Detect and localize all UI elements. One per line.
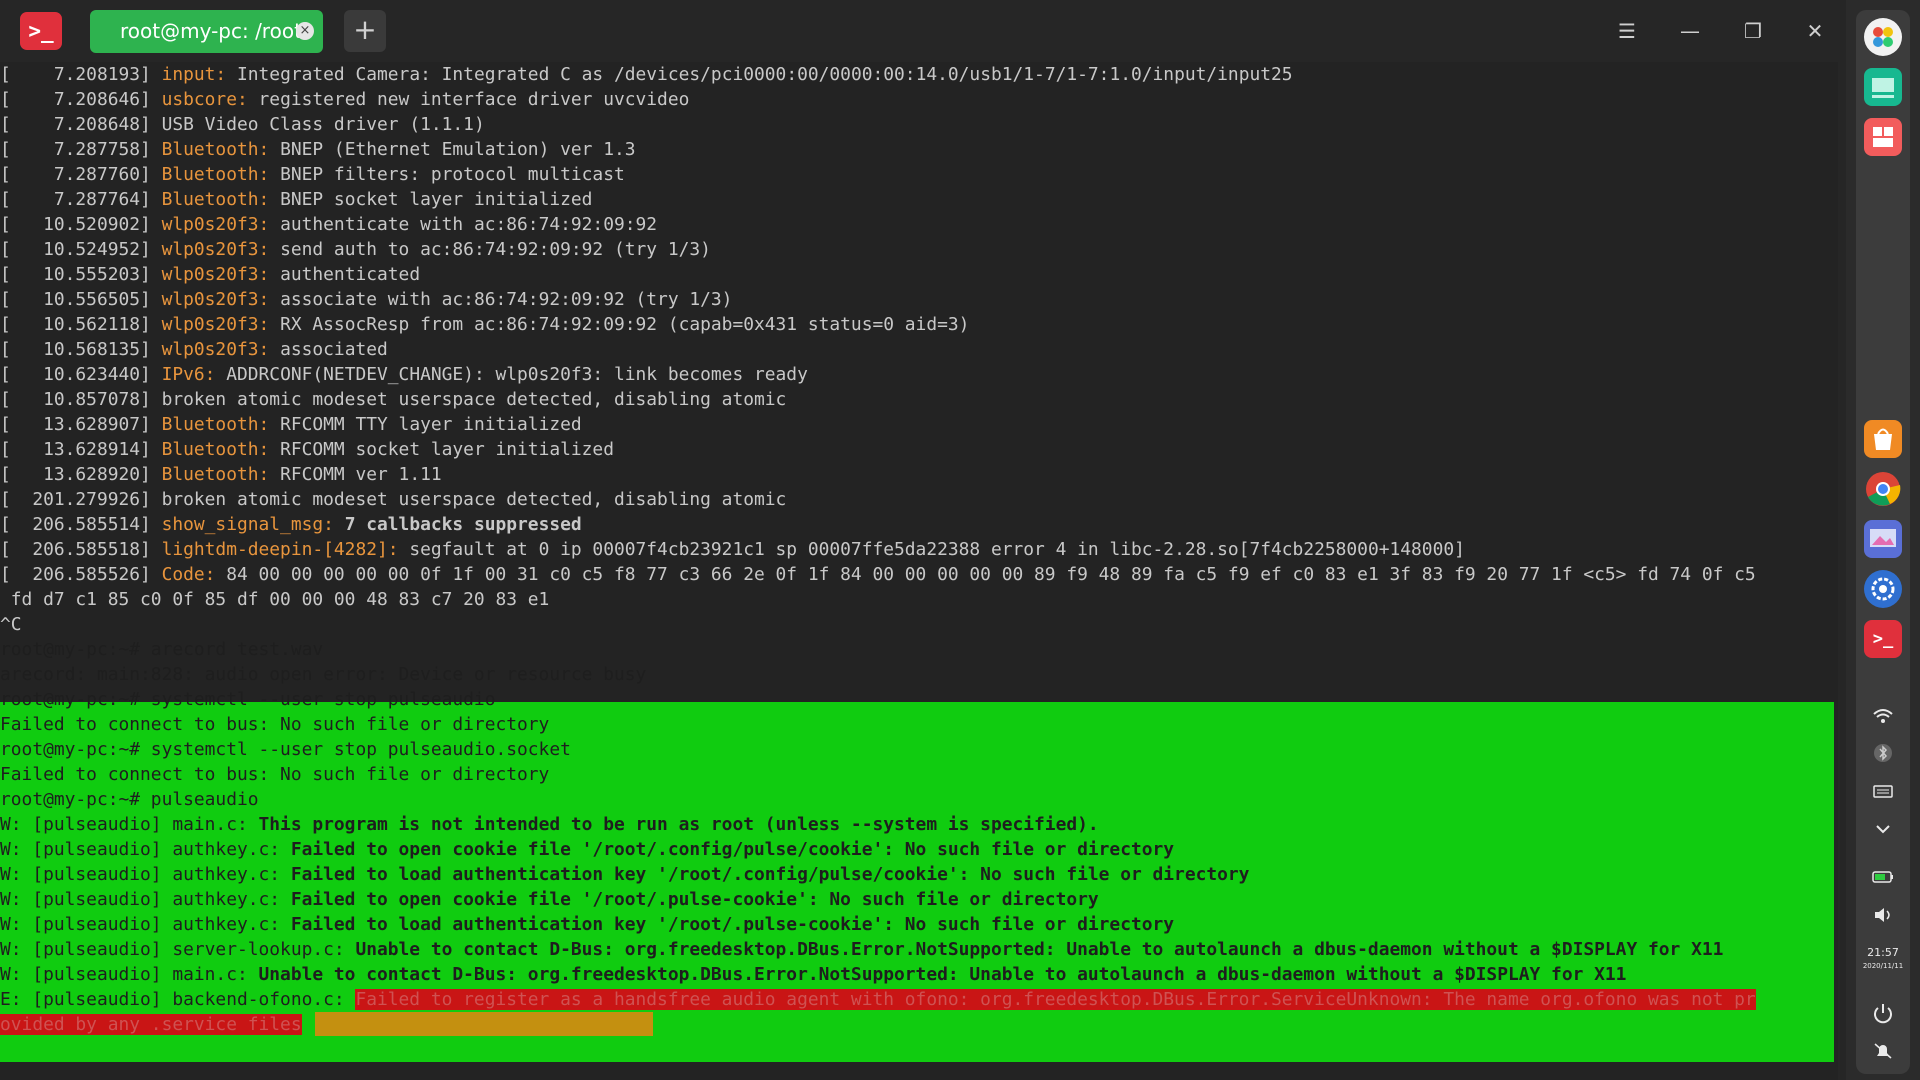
log-line: [ 10.520902] wlp0s20f3: authenticate wit… [0,214,658,235]
warning-line: W: [pulseaudio] authkey.c: Failed to loa… [0,914,1175,935]
warning-line: W: [pulseaudio] main.c: Unable to contac… [0,964,1627,985]
title-bar: >_ root@my-pc: /root × + ☰ — ❐ ✕ [0,0,1846,62]
close-button[interactable]: ✕ [1800,16,1830,46]
log-line: [ 7.287764] Bluetooth: BNEP socket layer… [0,189,593,210]
shell-line: arecord: main:828: audio open error: Dev… [0,664,647,685]
shell-line: Failed to connect to bus: No such file o… [0,764,550,785]
app-grid-icon[interactable] [1864,118,1902,156]
power-icon[interactable] [1868,998,1898,1028]
tab-close-icon[interactable]: × [296,22,314,40]
log-line: [ 13.628907] Bluetooth: RFCOMM TTY layer… [0,414,582,435]
log-line: [ 10.524952] wlp0s20f3: send auth to ac:… [0,239,711,260]
volume-icon[interactable] [1868,900,1898,930]
tab-label: root@my-pc: /root [120,19,302,43]
error-message: Failed to register as a handsfree audio … [355,989,1756,1010]
menu-icon[interactable]: ☰ [1612,16,1642,46]
shell-line: root@my-pc:~# systemctl --user stop puls… [0,689,496,710]
minimize-button[interactable]: — [1675,16,1705,46]
warning-line: W: [pulseaudio] authkey.c: Failed to ope… [0,839,1175,860]
interrupt-line: ^C [0,614,22,635]
notification-icon[interactable] [1868,1036,1898,1066]
log-line: [ 10.857078] broken atomic modeset users… [0,389,787,410]
battery-icon[interactable] [1868,862,1898,892]
multitasking-icon[interactable] [1864,68,1902,106]
warning-line: W: [pulseaudio] server-lookup.c: Unable … [0,939,1724,960]
launcher-icon[interactable] [1864,18,1902,56]
log-line: [ 7.208193] input: Integrated Camera: In… [0,64,1293,85]
terminal-icon[interactable]: >_ [1864,620,1902,658]
log-line: [ 7.208648] USB Video Class driver (1.1.… [0,114,485,135]
chrome-icon[interactable] [1864,470,1902,508]
shell-line: root@my-pc:~# pulseaudio [0,789,259,810]
error-line-continued: ovided by any .service files [0,1014,302,1035]
bluetooth-icon[interactable] [1868,738,1898,768]
shell-line: root@my-pc:~# arecord test.wav [0,639,324,660]
settings-icon[interactable] [1864,570,1902,608]
log-line: [ 7.287760] Bluetooth: BNEP filters: pro… [0,164,625,185]
scrollbar[interactable] [1838,62,1846,1080]
error-highlight [315,1012,653,1036]
terminal-output[interactable]: [ 7.208193] input: Integrated Camera: In… [0,62,1846,1080]
log-line: [ 10.556505] wlp0s20f3: associate with a… [0,289,733,310]
dock: >_ 21:57 2020/11/11 [1856,10,1910,1074]
warning-line: W: [pulseaudio] main.c: This program is … [0,814,1099,835]
warning-line: W: [pulseaudio] authkey.c: Failed to ope… [0,889,1099,910]
log-line: [ 206.585518] lightdm-deepin-[4282]: seg… [0,539,1465,560]
text-cursor [0,1038,11,1060]
log-line: [ 206.585526] Code: 84 00 00 00 00 00 0f… [0,564,1756,585]
log-line: [ 13.628914] Bluetooth: RFCOMM socket la… [0,439,614,460]
wifi-icon[interactable] [1868,700,1898,730]
log-line: [ 10.562118] wlp0s20f3: RX AssocResp fro… [0,314,970,335]
app-store-icon[interactable] [1864,420,1902,458]
chevron-down-icon[interactable] [1868,814,1898,844]
log-line: [ 7.287758] Bluetooth: BNEP (Ethernet Em… [0,139,636,160]
new-tab-button[interactable]: + [344,10,386,52]
image-viewer-icon[interactable] [1864,520,1902,558]
tab-root[interactable]: root@my-pc: /root × [90,10,323,53]
shell-line: Failed to connect to bus: No such file o… [0,714,550,735]
keyboard-icon[interactable] [1868,776,1898,806]
log-line: [ 206.585514] show_signal_msg: 7 callbac… [0,514,582,535]
error-line: E: [pulseaudio] backend-ofono.c: Failed … [0,989,1756,1010]
warning-line: W: [pulseaudio] authkey.c: Failed to loa… [0,864,1250,885]
maximize-button[interactable]: ❐ [1738,16,1768,46]
clock-time[interactable]: 21:57 [1856,946,1910,959]
log-line: [ 10.555203] wlp0s20f3: authenticated [0,264,421,285]
log-line: [ 13.628920] Bluetooth: RFCOMM ver 1.11 [0,464,442,485]
terminal-app-icon[interactable]: >_ [20,12,62,50]
log-line: [ 201.279926] broken atomic modeset user… [0,489,787,510]
shell-line: root@my-pc:~# systemctl --user stop puls… [0,739,571,760]
log-line: [ 10.623440] IPv6: ADDRCONF(NETDEV_CHANG… [0,364,808,385]
log-line: [ 7.208646] usbcore: registered new inte… [0,89,690,110]
log-line: [ 10.568135] wlp0s20f3: associated [0,339,388,360]
log-line: fd d7 c1 85 c0 0f 85 df 00 00 00 48 83 c… [0,589,550,610]
terminal-window: >_ root@my-pc: /root × + ☰ — ❐ ✕ [ 7.208… [0,0,1846,1080]
clock-date: 2020/11/11 [1862,962,1904,970]
